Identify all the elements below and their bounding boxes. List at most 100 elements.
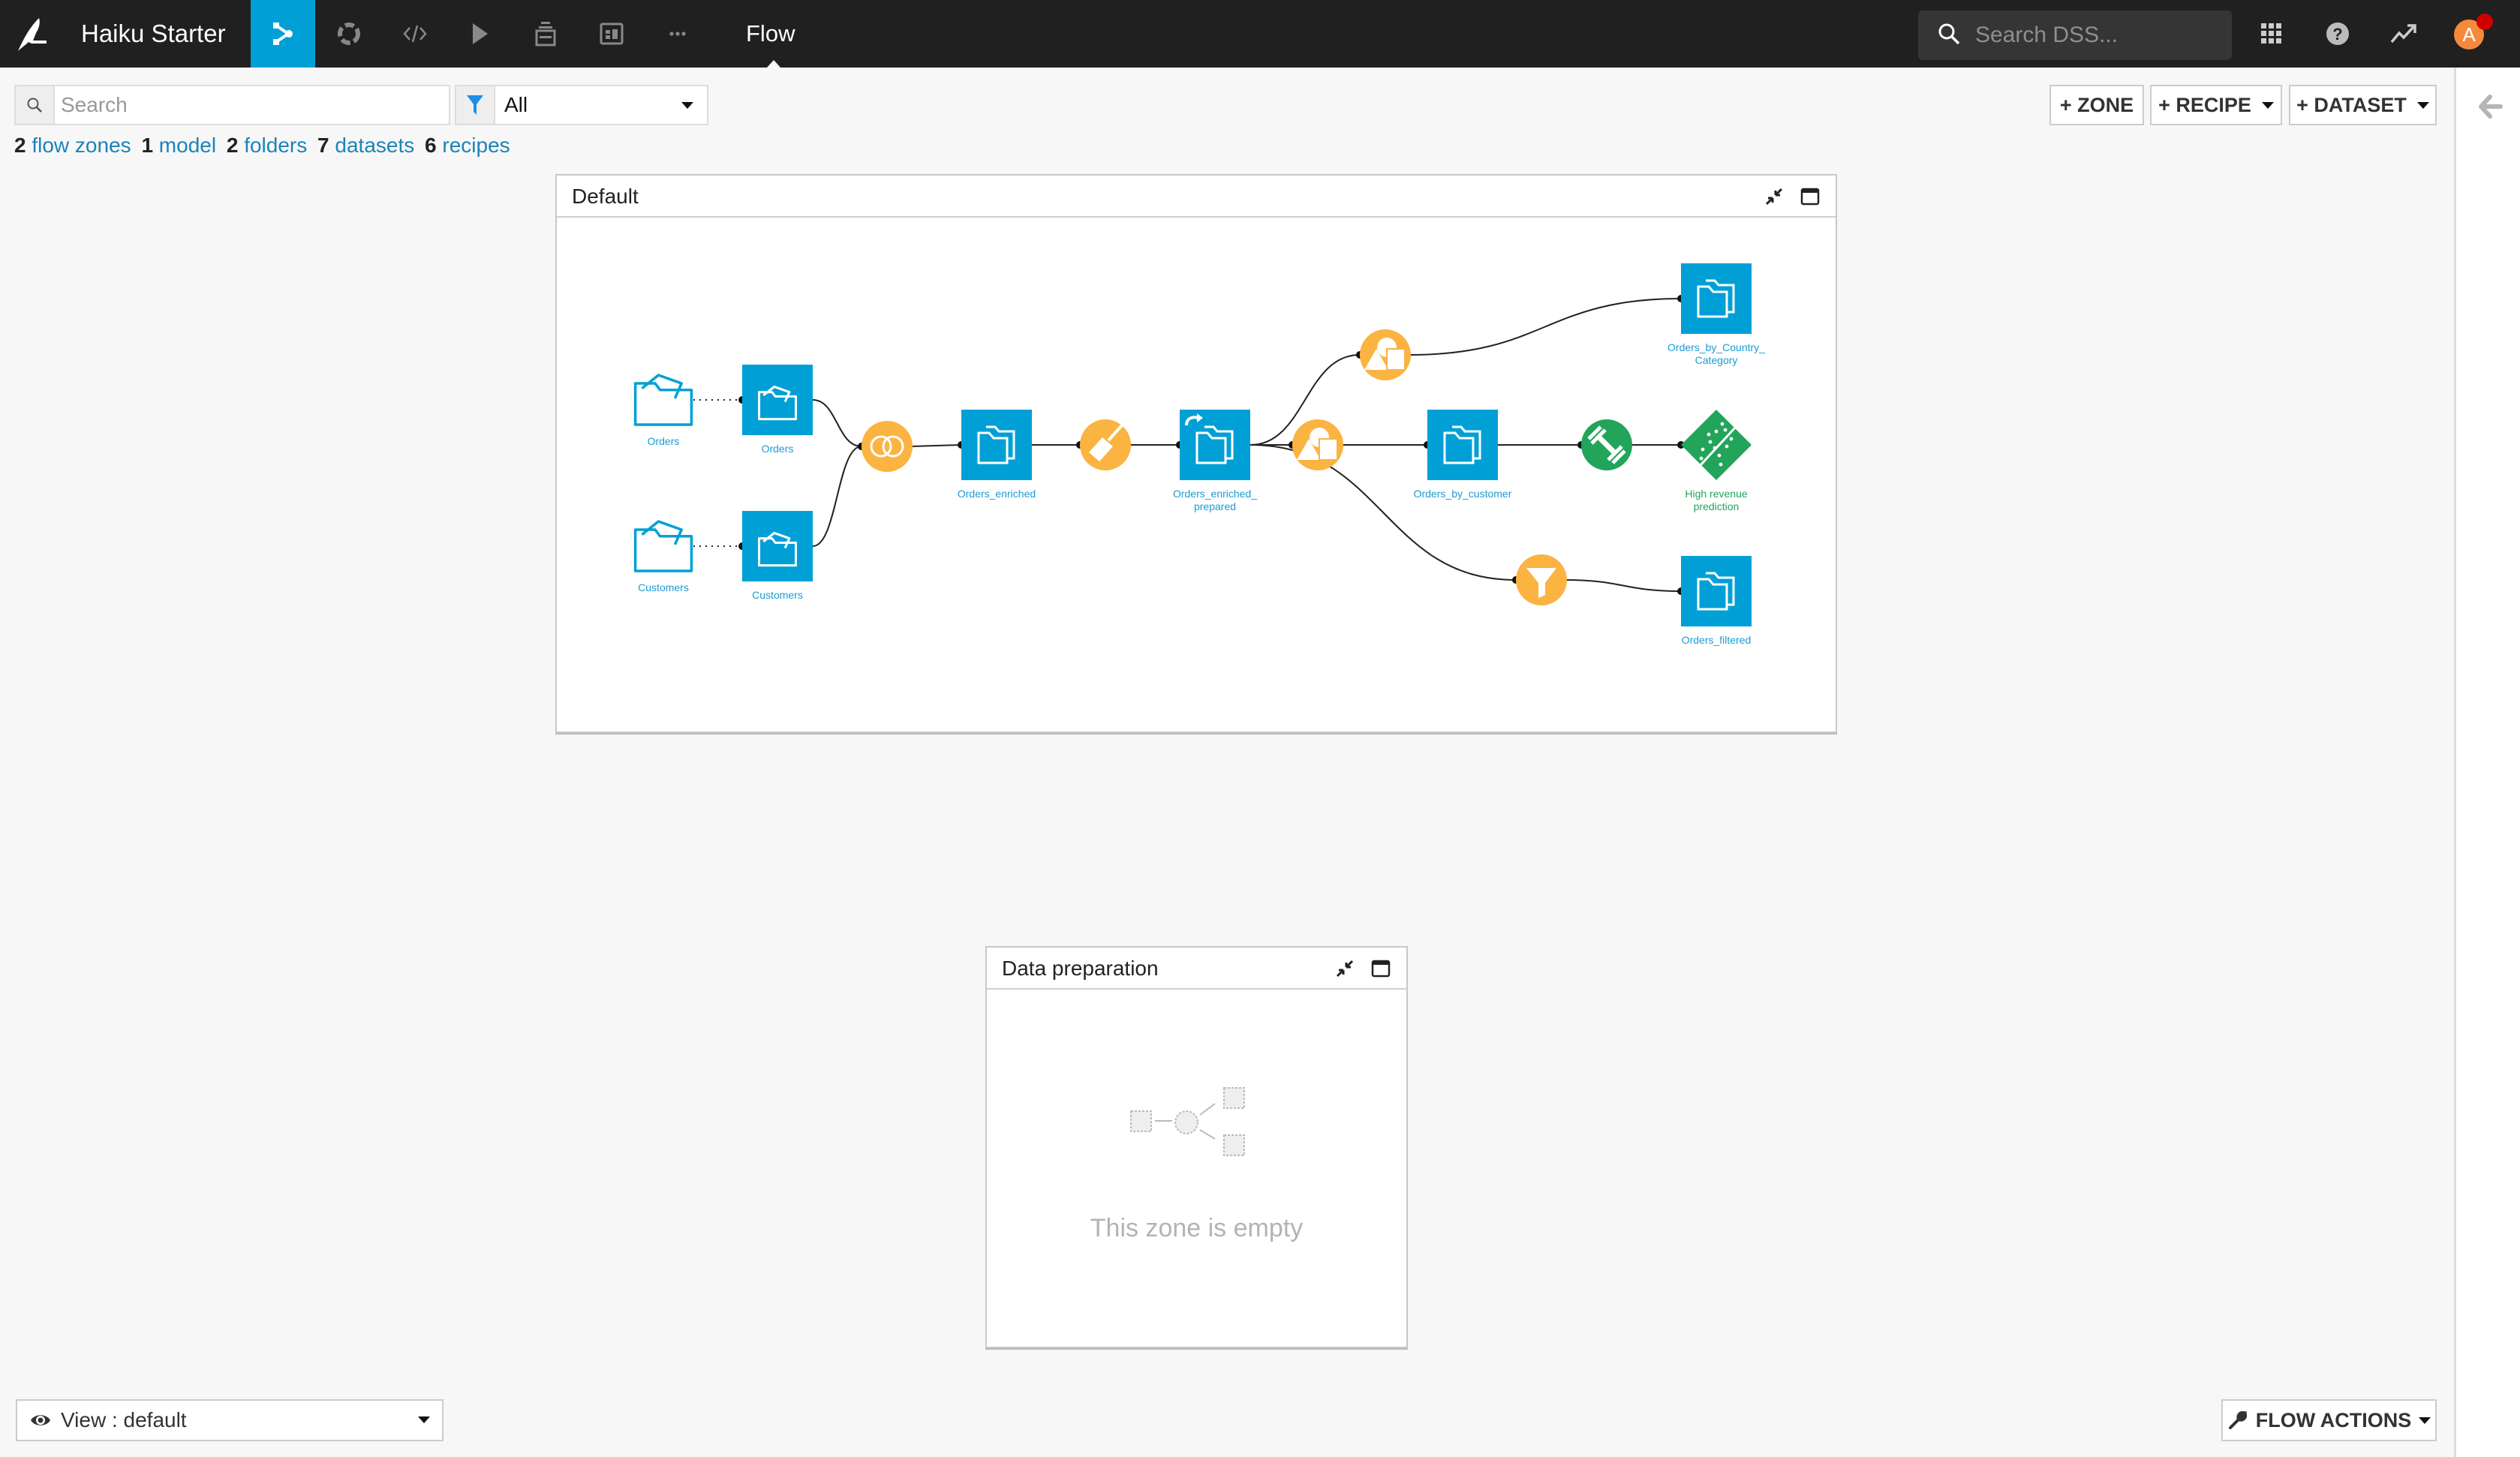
lab-icon — [338, 23, 360, 45]
add-zone-label: + ZONE — [2059, 93, 2134, 116]
project-title[interactable]: Haiku Starter — [81, 17, 226, 51]
top-navbar: Haiku Starter Flow Search DSS... ? A — [0, 0, 2520, 68]
flow-edge — [1129, 441, 1183, 449]
global-search-input[interactable] — [1975, 17, 2215, 54]
notification-badge — [2476, 14, 2493, 30]
zone-data-preparation[interactable]: Data preparation This zone is empty — [985, 946, 1408, 1348]
model-diamond — [1681, 410, 1752, 480]
count-models: 1 — [141, 134, 154, 157]
managed-folder-icon — [633, 520, 693, 572]
add-recipe-button[interactable]: + RECIPE — [2150, 85, 2282, 125]
flow-node-label: Orders_enriched_ prepared — [1173, 488, 1257, 512]
play-icon — [473, 23, 488, 44]
apps-grid-button[interactable] — [2254, 17, 2289, 51]
flow-actions-button[interactable]: FLOW ACTIONS — [2221, 1399, 2437, 1441]
nav-dashboards-button[interactable] — [579, 0, 644, 68]
collapse-icon[interactable] — [1334, 958, 1355, 979]
flow-node-label: Customers — [638, 581, 689, 593]
flow-node-dataset[interactable]: Orders_enriched — [958, 410, 1036, 500]
recipe-circle — [862, 421, 913, 472]
global-search[interactable] — [1918, 11, 2232, 60]
search-addon — [16, 86, 55, 124]
flow-search[interactable] — [14, 85, 450, 125]
flow-node-recipe-train[interactable] — [1581, 419, 1632, 470]
view-value: View : default — [61, 1408, 187, 1431]
flow-node-recipe-group[interactable] — [1360, 329, 1411, 380]
add-dataset-button[interactable]: + DATASET — [2289, 85, 2437, 125]
flow-node-label: Orders_by_Country_ Category — [1667, 341, 1765, 366]
flow-node-dataset-shared[interactable]: Orders_enriched_ prepared — [1173, 410, 1257, 512]
flow-node-label: Customers — [752, 589, 803, 601]
nav-lab-button[interactable] — [317, 0, 381, 68]
zone-default[interactable]: Default Orders Orders Customers Customers Or… — [555, 174, 1837, 733]
apps-grid-icon — [2261, 23, 2281, 44]
link-recipes[interactable]: recipes — [442, 134, 510, 157]
dashboard-icon — [600, 23, 624, 45]
maximize-icon[interactable] — [1370, 958, 1391, 979]
nav-flow-button[interactable] — [251, 0, 315, 68]
flow-search-input[interactable] — [61, 89, 436, 121]
nav-more-button[interactable] — [645, 0, 710, 68]
flow-node-model[interactable]: High revenue prediction — [1681, 410, 1752, 512]
add-dataset-label: + DATASET — [2296, 93, 2407, 116]
arrow-left-icon[interactable] — [2476, 93, 2503, 120]
flow-node-recipe-join[interactable] — [862, 421, 913, 472]
link-folders[interactable]: folders — [244, 134, 307, 157]
search-icon — [1938, 23, 1960, 45]
help-icon: ? — [2326, 23, 2349, 45]
flow-node-recipe-prepare[interactable] — [1080, 419, 1131, 470]
filter-icon — [467, 95, 483, 115]
filter-addon — [456, 86, 495, 124]
flow-node-folder[interactable]: Orders — [633, 374, 693, 447]
flow-icon — [273, 23, 293, 45]
flow-node-folder[interactable]: Customers — [633, 520, 693, 593]
link-models[interactable]: model — [159, 134, 216, 157]
flow-filter-select[interactable]: All — [455, 85, 708, 125]
empty-zone-illustration-icon — [1130, 1087, 1245, 1156]
flow-edge — [1631, 441, 1685, 449]
zone-header: Data preparation — [987, 948, 1406, 990]
dataiku-bird-logo-icon[interactable] — [14, 15, 51, 53]
flow-node-dataset[interactable]: Orders_filtered — [1681, 556, 1752, 646]
flow-actions-label: FLOW ACTIONS — [2255, 1408, 2412, 1431]
svg-text:?: ? — [2332, 25, 2342, 44]
current-page-label: Flow — [746, 20, 795, 47]
search-icon — [27, 98, 42, 113]
flow-node-recipe-filter[interactable] — [1516, 554, 1567, 605]
flow-node-dataset-upload[interactable]: Customers — [742, 511, 813, 601]
flow-node-dataset[interactable]: Orders_by_Country_ Category — [1667, 263, 1765, 366]
flow-edge — [910, 441, 965, 449]
activity-button[interactable] — [2386, 17, 2421, 51]
eye-icon — [31, 1415, 50, 1425]
wrench-icon — [2228, 1410, 2247, 1429]
help-button[interactable]: ? — [2320, 17, 2355, 51]
flow-node-recipe-group[interactable] — [1292, 419, 1343, 470]
link-datasets[interactable]: datasets — [335, 134, 414, 157]
add-zone-button[interactable]: + ZONE — [2049, 85, 2144, 125]
code-icon — [403, 25, 427, 43]
chevron-down-icon — [418, 1416, 430, 1423]
flow-edge — [693, 396, 746, 404]
right-side-panel — [2454, 68, 2520, 1457]
flow-edge — [1032, 441, 1084, 449]
flow-node-label: Orders_filtered — [1682, 634, 1752, 646]
nav-jobs-button[interactable] — [447, 0, 512, 68]
flow-node-label: Orders — [762, 443, 794, 455]
trending-icon — [2390, 24, 2416, 44]
flow-summary-counts: 2 flow zones 1 model 2 folders 7 dataset… — [14, 131, 515, 160]
flow-node-dataset[interactable]: Orders_by_customer — [1414, 410, 1512, 500]
flow-edge — [1409, 295, 1685, 356]
count-folders: 2 — [226, 134, 239, 157]
nav-wiki-button[interactable] — [513, 0, 578, 68]
active-page-indicator — [767, 60, 780, 68]
chevron-down-icon — [681, 102, 693, 109]
count-flow-zones: 2 — [14, 134, 26, 157]
flow-edge — [812, 399, 865, 450]
managed-folder-icon — [633, 374, 693, 426]
view-select[interactable]: View : default — [16, 1399, 444, 1441]
flow-node-dataset-upload[interactable]: Orders — [742, 365, 813, 455]
flow-edge — [1342, 441, 1431, 449]
chevron-down-icon — [2419, 1416, 2431, 1424]
link-flow-zones[interactable]: flow zones — [32, 134, 131, 157]
nav-code-button[interactable] — [383, 0, 447, 68]
